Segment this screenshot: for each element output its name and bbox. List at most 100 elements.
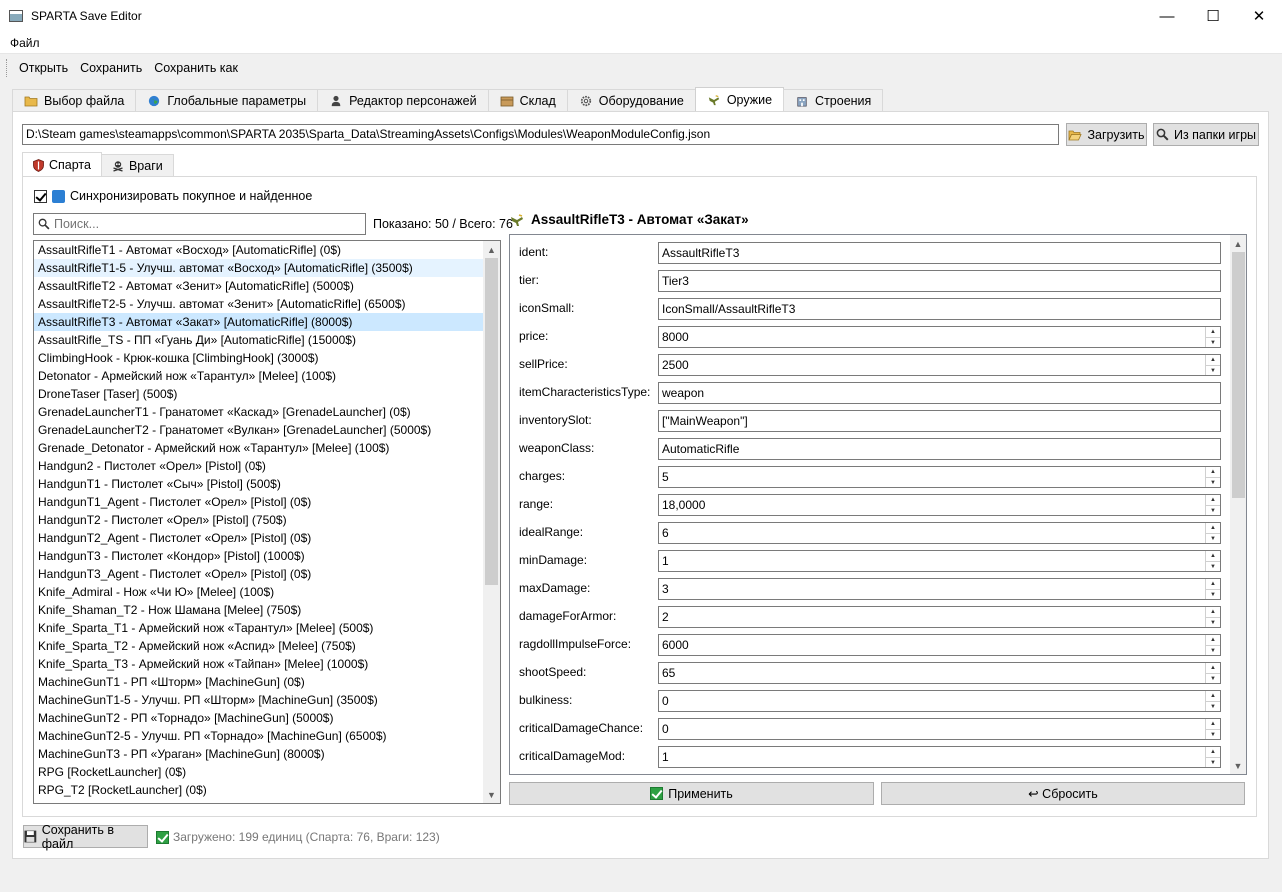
list-item[interactable]: Handgun2 - Пистолет «Орел» [Pistol] (0$) [34,457,484,475]
save-to-file-button[interactable]: Сохранить в файл [23,823,148,851]
list-item[interactable]: HandgunT3_Agent - Пистолет «Орел» [Pisto… [34,565,484,583]
scroll-down-icon[interactable]: ▼ [1230,757,1246,774]
from-game-folder-button[interactable]: Из папки игры [1153,123,1259,146]
field-spinbox[interactable]: 18,0000 ▲ ▼ [658,494,1221,516]
list-item[interactable]: Grenade_Detonator - Армейский нож «Таран… [34,439,484,457]
list-item[interactable]: Knife_Sparta_T1 - Армейский нож «Таранту… [34,619,484,637]
spin-down-icon[interactable]: ▼ [1206,757,1220,767]
spin-up-icon[interactable]: ▲ [1206,327,1220,337]
spin-down-icon[interactable]: ▼ [1206,533,1220,543]
save-as-button[interactable]: Сохранить как [148,57,244,79]
list-item[interactable]: AssaultRifleT1-5 - Улучш. автомат «Восхо… [34,259,484,277]
reset-button[interactable]: ↩ Сбросить [881,782,1245,805]
field-spinbox[interactable]: 1 ▲ ▼ [658,550,1221,572]
spin-up-icon[interactable]: ▲ [1206,355,1220,365]
maximize-button[interactable]: ☐ [1190,0,1236,32]
minimize-button[interactable]: — [1144,0,1190,32]
field-input[interactable]: Tier3 [658,270,1221,292]
field-input[interactable]: weapon [658,382,1221,404]
load-button[interactable]: Загрузить [1066,123,1147,146]
apply-button[interactable]: Применить [509,782,874,805]
list-item[interactable]: AssaultRifleT3 - Автомат «Закат» [Automa… [34,313,484,331]
tab-warehouse[interactable]: Склад [487,89,568,112]
scroll-up-icon[interactable]: ▲ [483,241,500,258]
spin-down-icon[interactable]: ▼ [1206,505,1220,515]
spin-up-icon[interactable]: ▲ [1206,579,1220,589]
spin-up-icon[interactable]: ▲ [1206,467,1220,477]
field-spinbox[interactable]: 5 ▲ ▼ [658,466,1221,488]
form-scrollbar[interactable]: ▲ ▼ [1230,235,1246,774]
spin-down-icon[interactable]: ▼ [1206,589,1220,599]
list-item[interactable]: AssaultRifleT2 - Автомат «Зенит» [Automa… [34,277,484,295]
spin-up-icon[interactable]: ▲ [1206,495,1220,505]
scroll-down-icon[interactable]: ▼ [483,786,500,803]
spin-up-icon[interactable]: ▲ [1206,663,1220,673]
list-item[interactable]: DroneTaser [Taser] (500$) [34,385,484,403]
field-spinbox[interactable]: 2 ▲ ▼ [658,606,1221,628]
tab-buildings[interactable]: Строения [783,89,884,112]
sync-checkbox[interactable] [34,189,47,203]
field-input[interactable]: AssaultRifleT3 [658,242,1221,264]
field-spinbox[interactable]: 6000 ▲ ▼ [658,634,1221,656]
tab-weapons[interactable]: Оружие [694,87,785,112]
list-item[interactable]: AssaultRifle_TS - ПП «Гуань Ди» [Automat… [34,331,484,349]
field-input[interactable]: ["MainWeapon"] [658,410,1221,432]
spin-up-icon[interactable]: ▲ [1206,719,1220,729]
scroll-thumb[interactable] [485,258,498,585]
list-item[interactable]: Knife_Sparta_T2 - Армейский нож «Аспид» … [34,637,484,655]
list-scrollbar[interactable]: ▲ ▼ [483,241,500,803]
search-input[interactable] [54,217,354,231]
field-spinbox[interactable]: 65 ▲ ▼ [658,662,1221,684]
tab-file-select[interactable]: Выбор файла [12,89,137,112]
list-item[interactable]: GrenadeLauncherT1 - Гранатомет «Каскад» … [34,403,484,421]
field-input[interactable]: IconSmall/AssaultRifleT3 [658,298,1221,320]
list-item[interactable]: AssaultRifleT2-5 - Улучш. автомат «Зенит… [34,295,484,313]
spin-up-icon[interactable]: ▲ [1206,523,1220,533]
spin-up-icon[interactable]: ▲ [1206,691,1220,701]
scroll-up-icon[interactable]: ▲ [1230,235,1246,252]
spin-down-icon[interactable]: ▼ [1206,729,1220,739]
close-button[interactable]: ✕ [1236,0,1282,32]
list-item[interactable]: MachineGunT3 - РП «Ураган» [MachineGun] … [34,745,484,763]
spin-down-icon[interactable]: ▼ [1206,645,1220,655]
tab-character-editor[interactable]: Редактор персонажей [317,89,489,112]
spin-up-icon[interactable]: ▲ [1206,607,1220,617]
config-path-input[interactable]: D:\Steam games\steamapps\common\SPARTA 2… [22,124,1059,145]
tab-enemies[interactable]: Враги [100,154,174,177]
tab-global-params[interactable]: Глобальные параметры [135,89,319,112]
list-item[interactable]: MachineGunT2-5 - Улучш. РП «Торнадо» [Ma… [34,727,484,745]
list-item[interactable]: Knife_Sparta_T3 - Армейский нож «Тайпан»… [34,655,484,673]
field-spinbox[interactable]: 6 ▲ ▼ [658,522,1221,544]
field-spinbox[interactable]: 0 ▲ ▼ [658,690,1221,712]
list-item[interactable]: MachineGunT1 - РП «Шторм» [MachineGun] (… [34,673,484,691]
tab-sparta[interactable]: Спарта [22,152,102,177]
list-item[interactable]: HandgunT1 - Пистолет «Сыч» [Pistol] (500… [34,475,484,493]
list-item[interactable]: MachineGunT2 - РП «Торнадо» [MachineGun]… [34,709,484,727]
list-item[interactable]: RPG_T2 [RocketLauncher] (0$) [34,781,484,799]
scroll-thumb[interactable] [1232,252,1245,498]
list-item[interactable]: HandgunT2_Agent - Пистолет «Орел» [Pisto… [34,529,484,547]
list-item[interactable]: HandgunT1_Agent - Пистолет «Орел» [Pisto… [34,493,484,511]
spin-down-icon[interactable]: ▼ [1206,701,1220,711]
tab-equipment[interactable]: Оборудование [566,89,696,112]
list-item[interactable]: Detonator - Армейский нож «Тарантул» [Me… [34,367,484,385]
list-item[interactable]: GrenadeLauncherT2 - Гранатомет «Вулкан» … [34,421,484,439]
list-item[interactable]: ClimbingHook - Крюк-кошка [ClimbingHook]… [34,349,484,367]
spin-down-icon[interactable]: ▼ [1206,477,1220,487]
menu-file[interactable]: Файл [0,36,50,50]
spin-down-icon[interactable]: ▼ [1206,337,1220,347]
list-item[interactable]: HandgunT2 - Пистолет «Орел» [Pistol] (75… [34,511,484,529]
toolbar-grip[interactable] [6,59,9,77]
list-item[interactable]: HandgunT3 - Пистолет «Кондор» [Pistol] (… [34,547,484,565]
spin-down-icon[interactable]: ▼ [1206,561,1220,571]
spin-down-icon[interactable]: ▼ [1206,617,1220,627]
save-button[interactable]: Сохранить [74,57,148,79]
spin-up-icon[interactable]: ▲ [1206,747,1220,757]
list-item[interactable]: Knife_Shaman_T2 - Нож Шамана [Melee] (75… [34,601,484,619]
list-item[interactable]: AssaultRifleT1 - Автомат «Восход» [Autom… [34,241,484,259]
list-item[interactable]: RPG [RocketLauncher] (0$) [34,763,484,781]
spin-up-icon[interactable]: ▲ [1206,635,1220,645]
open-button[interactable]: Открыть [13,57,74,79]
field-spinbox[interactable]: 0 ▲ ▼ [658,718,1221,740]
spin-down-icon[interactable]: ▼ [1206,365,1220,375]
